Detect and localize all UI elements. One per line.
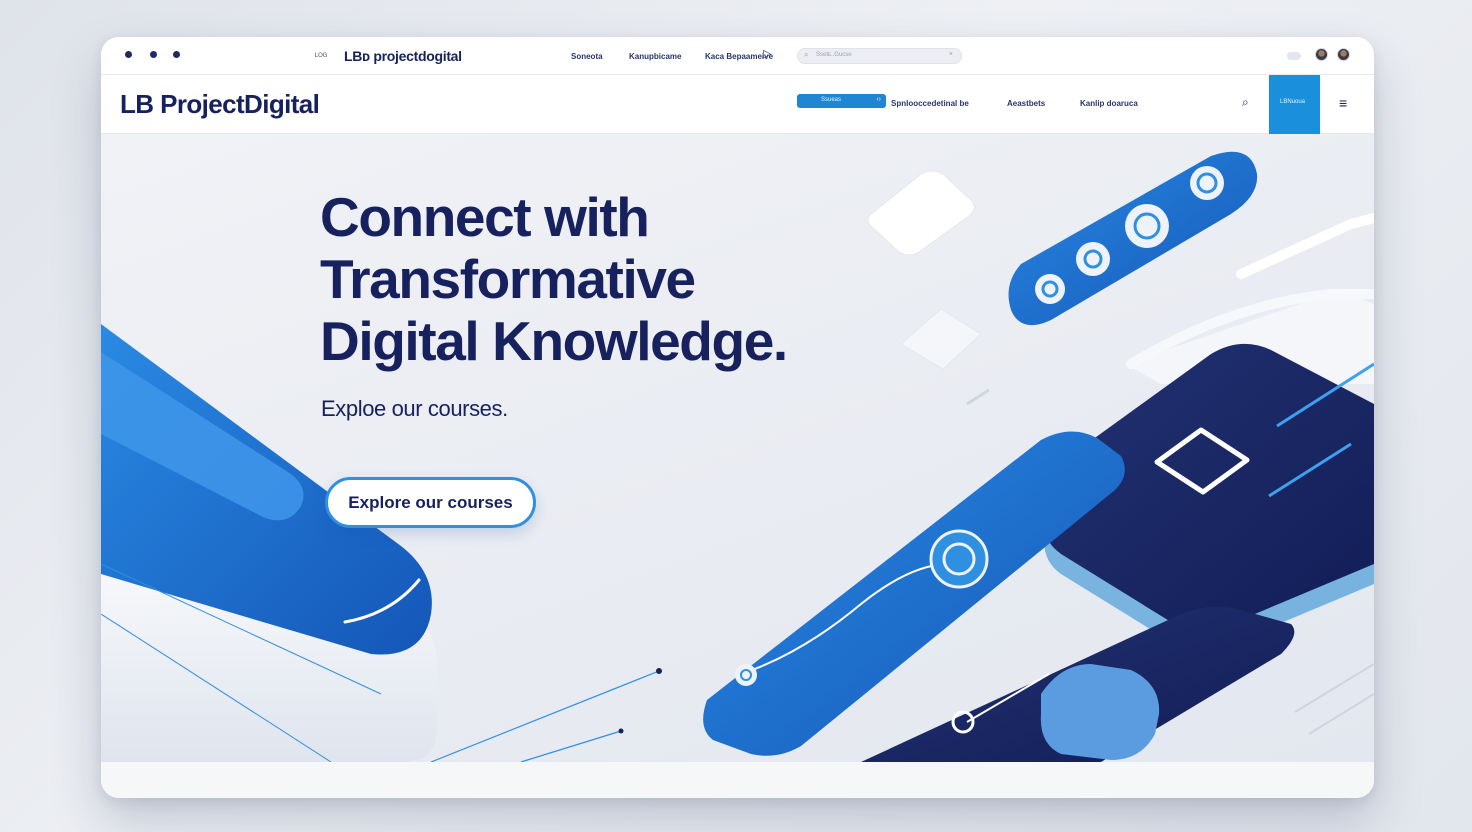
nav-cta-label: LBNuoua bbox=[1280, 99, 1306, 105]
nav-link[interactable]: Kanlip doaruca bbox=[1080, 99, 1138, 108]
hero-title: Connect with Transformative Digital Know… bbox=[320, 186, 880, 372]
nav-pill-label: Ssueas bbox=[821, 97, 842, 103]
menu-icon[interactable]: ≡ bbox=[1339, 95, 1347, 111]
browser-link[interactable]: Kanupbicame bbox=[629, 52, 681, 61]
hero-title-line: Transformative bbox=[320, 248, 696, 310]
address-bar[interactable]: ⌕ Ssetᴇ..Gucsʜ × bbox=[797, 48, 962, 64]
browser-tab-title[interactable]: LBᴅ projectdogital bbox=[344, 48, 462, 64]
play-icon[interactable]: ▷ bbox=[763, 47, 771, 60]
window-dot-icon[interactable] bbox=[173, 51, 180, 58]
hero-title-line: Connect with bbox=[320, 186, 650, 248]
nav-link[interactable]: Spnlooccedetinal be bbox=[891, 99, 969, 108]
hero-section: Connect with Transformative Digital Know… bbox=[101, 134, 1374, 762]
close-icon[interactable]: × bbox=[949, 51, 953, 58]
footer-strip bbox=[101, 762, 1374, 798]
address-bar-placeholder: Ssetᴇ..Gucsʜ bbox=[816, 52, 852, 58]
nav-cta-button[interactable]: LBNuoua bbox=[1269, 75, 1320, 134]
explore-courses-button[interactable]: Explore our courses bbox=[325, 477, 536, 528]
browser-tab-prefix: ᴸᴼᴳ bbox=[315, 51, 328, 61]
site-header: LB ProjectDigital Ssueas ‹› Spnlooccedet… bbox=[101, 75, 1374, 134]
search-icon[interactable]: ⌕ bbox=[1242, 95, 1249, 110]
toggle-pill bbox=[1008, 151, 1258, 326]
nav-pill-button[interactable]: Ssueas ‹› bbox=[797, 94, 886, 108]
browser-toolbar: ᴸᴼᴳ LBᴅ projectdogital Soneota Kanupbica… bbox=[101, 37, 1374, 75]
code-icon: ‹› bbox=[876, 96, 881, 103]
floating-tiles bbox=[867, 170, 990, 406]
left-slab bbox=[101, 324, 662, 762]
avatar[interactable] bbox=[1337, 48, 1350, 61]
nav-link[interactable]: Aeastbets bbox=[1007, 99, 1045, 108]
browser-window: ᴸᴼᴳ LBᴅ projectdogital Soneota Kanupbica… bbox=[101, 37, 1374, 798]
browser-link[interactable]: Soneota bbox=[571, 52, 603, 61]
search-icon: ⌕ bbox=[804, 50, 809, 59]
site-logo[interactable]: LB ProjectDigital bbox=[120, 89, 320, 120]
avatar[interactable] bbox=[1315, 48, 1328, 61]
cloud-icon[interactable] bbox=[1287, 52, 1301, 60]
window-dot-icon[interactable] bbox=[150, 51, 157, 58]
window-dot-icon[interactable] bbox=[125, 51, 132, 58]
hero-subtitle: Exploe our courses. bbox=[321, 396, 508, 421]
hero-title-line: Digital Knowledge. bbox=[320, 310, 788, 372]
